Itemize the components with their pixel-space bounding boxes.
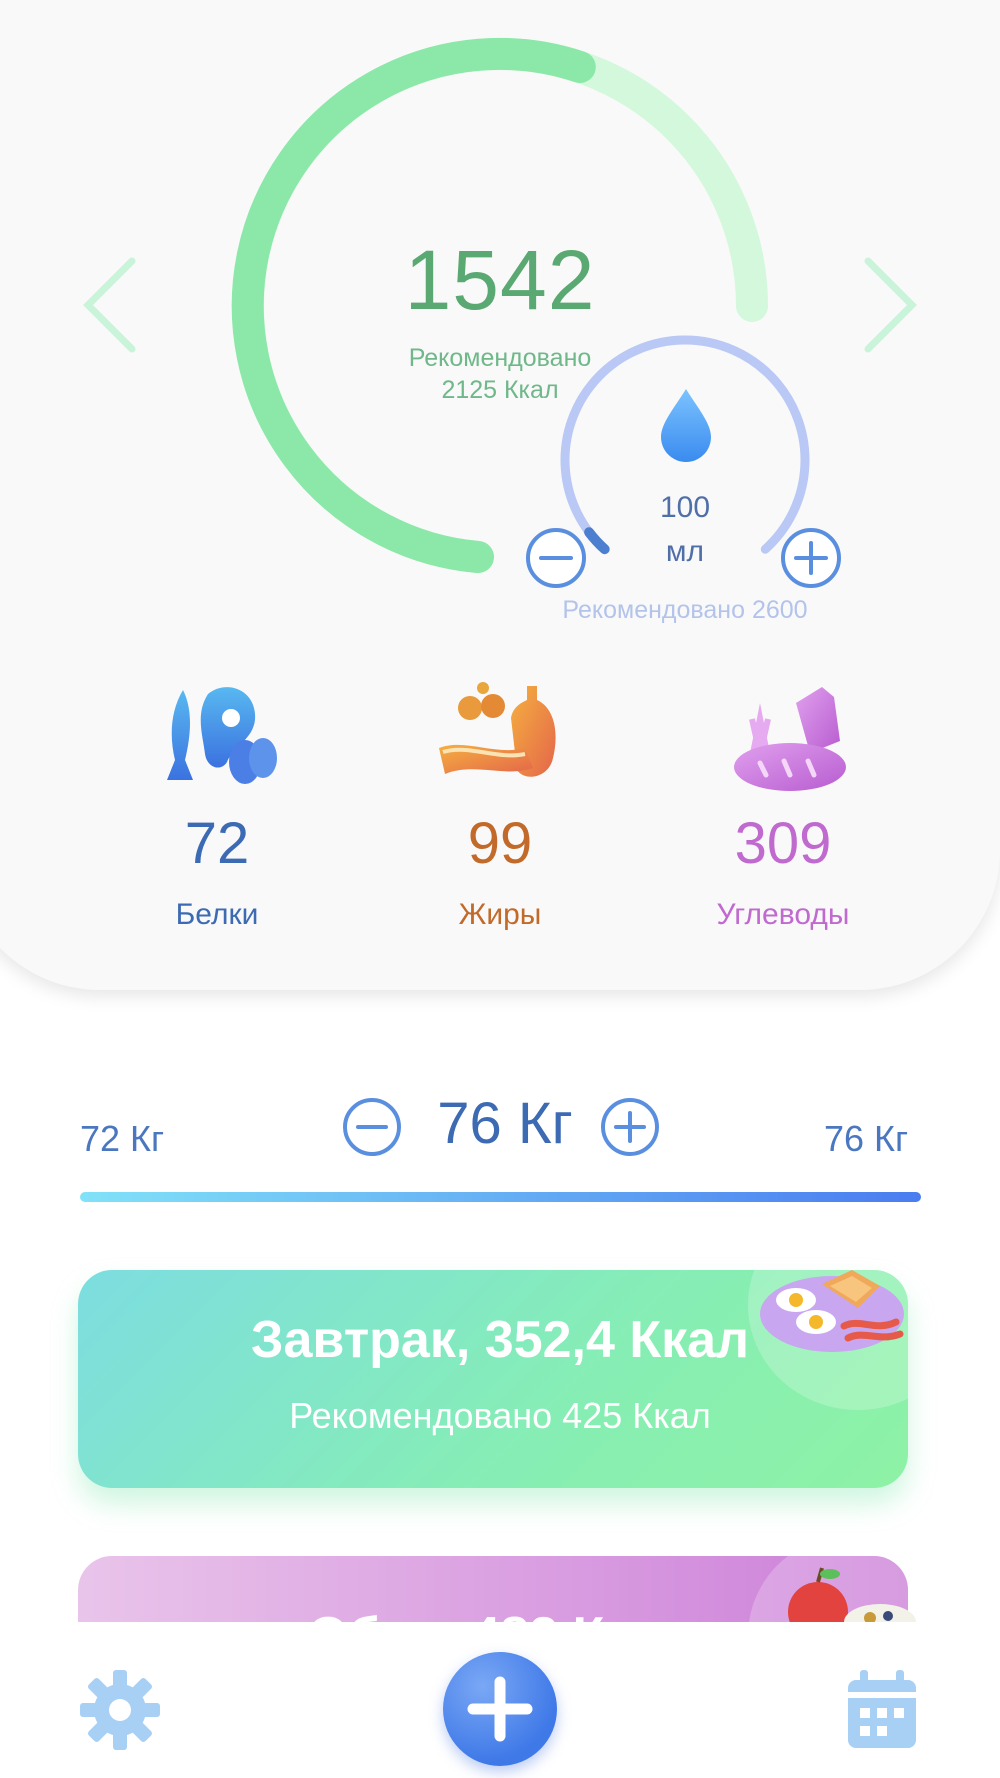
weight-start: 72 Кг xyxy=(80,1118,165,1159)
fats-icon xyxy=(439,682,556,777)
calendar-icon[interactable] xyxy=(844,1668,920,1752)
weight-current: 76 Кг xyxy=(437,1091,573,1156)
water-minus-button[interactable] xyxy=(524,526,588,590)
water-recommended: Рекомендовано 2600 xyxy=(562,596,808,624)
carbs-icon xyxy=(734,687,846,791)
fats-label: Жиры xyxy=(458,898,542,931)
water-drop-icon xyxy=(661,389,711,462)
plus-icon xyxy=(467,1676,533,1742)
water-amount: 100 мл xyxy=(620,486,750,574)
calories-consumed: 1542 xyxy=(404,233,596,327)
weight-progress-bar xyxy=(80,1192,921,1202)
weight-target: 76 Кг xyxy=(824,1118,909,1159)
carbs-value: 309 xyxy=(734,811,832,876)
weight-minus-button[interactable] xyxy=(340,1095,404,1159)
water-amount-unit: мл xyxy=(665,535,705,568)
meal-breakfast-title: Завтрак, 352,4 Ккал xyxy=(250,1311,750,1369)
gear-icon[interactable] xyxy=(78,1668,162,1752)
carbs-label: Углеводы xyxy=(716,898,850,931)
protein-label: Белки xyxy=(175,898,259,931)
protein-icon xyxy=(167,687,277,784)
fats-value: 99 xyxy=(467,811,533,876)
water-amount-value: 100 xyxy=(659,491,711,524)
water-plus-button[interactable] xyxy=(779,526,843,590)
weight-plus-button[interactable] xyxy=(598,1095,662,1159)
add-button[interactable] xyxy=(443,1652,557,1766)
protein-value: 72 xyxy=(184,811,250,876)
meal-breakfast-recommended: Рекомендовано 425 Ккал xyxy=(289,1395,711,1436)
